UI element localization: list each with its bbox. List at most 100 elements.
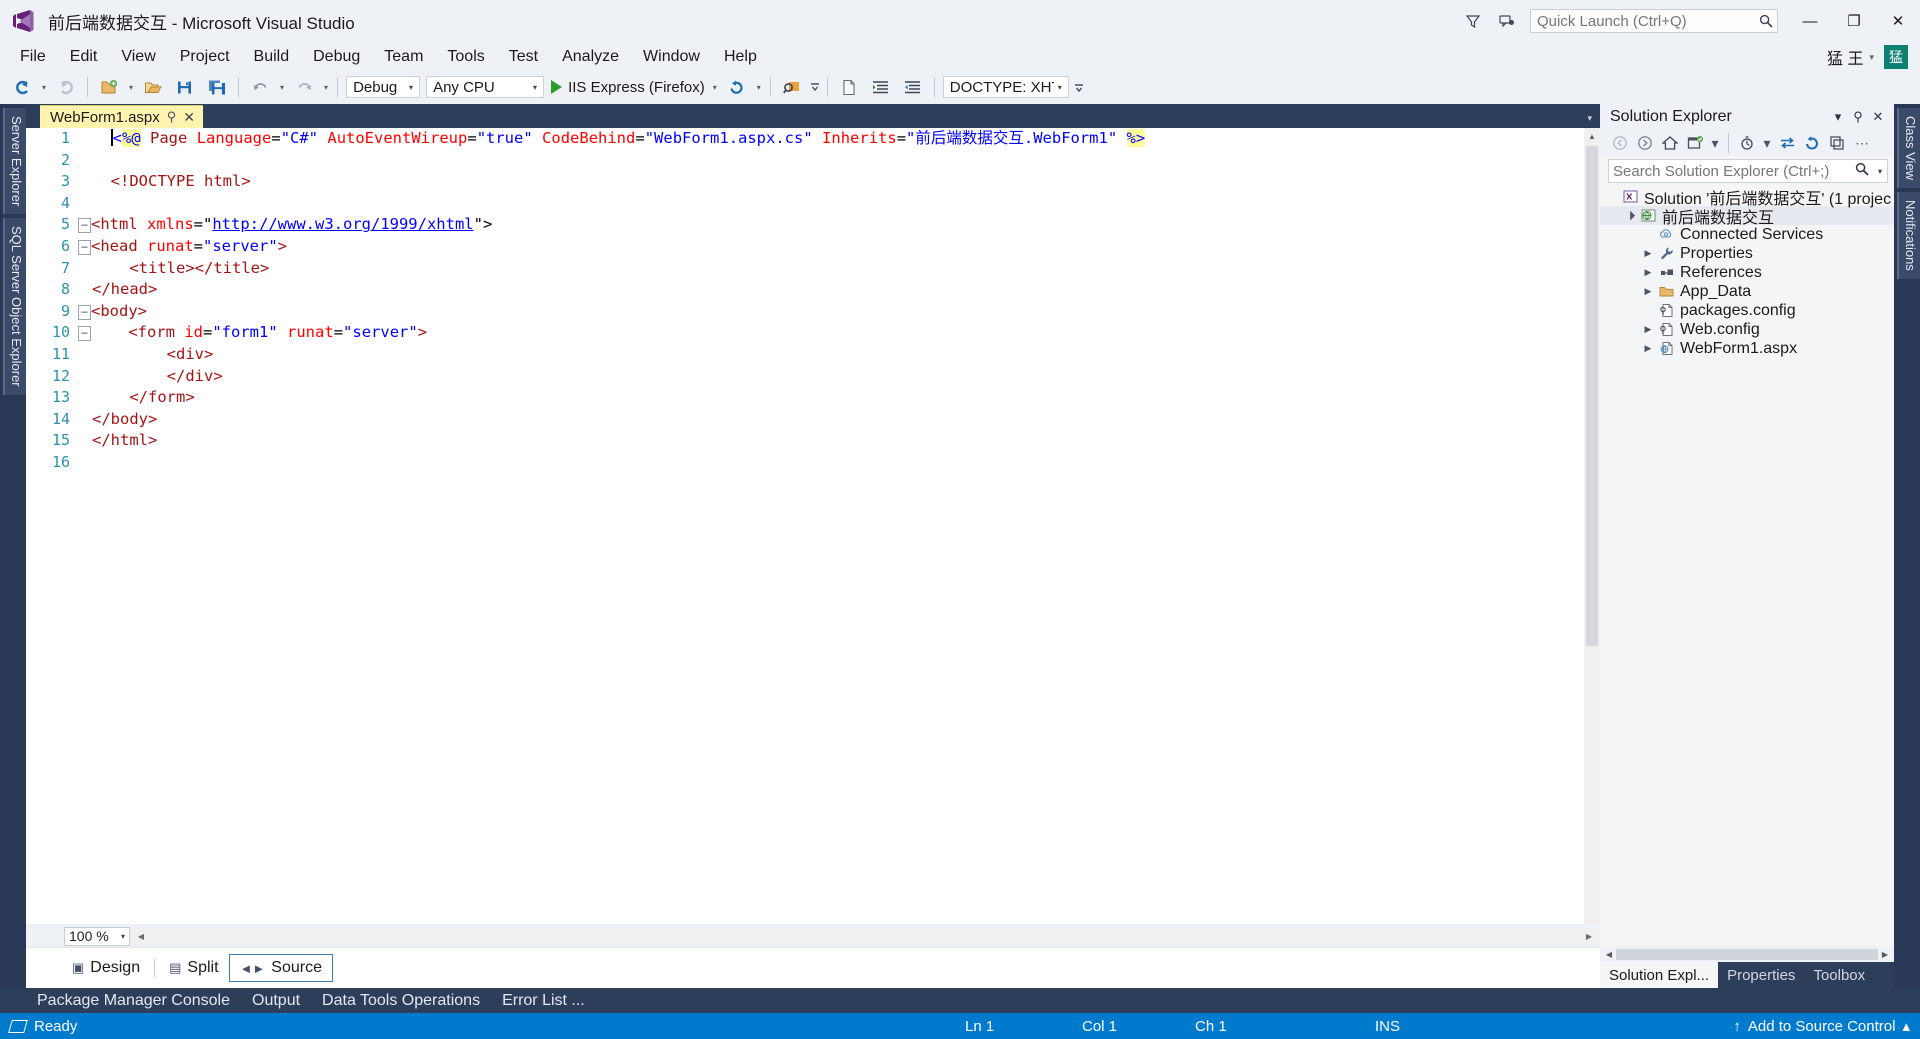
pin-icon[interactable]: ⚲ xyxy=(1848,109,1868,125)
quick-launch-input[interactable] xyxy=(1531,12,1755,30)
code-line[interactable]: 8 </head> xyxy=(26,279,1600,301)
scrollbar-thumb[interactable] xyxy=(1586,146,1598,646)
minimize-button[interactable]: — xyxy=(1788,0,1832,42)
menu-build[interactable]: Build xyxy=(242,45,302,69)
tree-item[interactable]: ▶ WebForm1.aspx xyxy=(1600,339,1894,358)
pending-changes-caret-icon[interactable]: ▾ xyxy=(1708,132,1722,154)
code-line[interactable]: 4 xyxy=(26,193,1600,215)
code-line[interactable]: 11 <div> xyxy=(26,344,1600,366)
indent-increase-icon[interactable] xyxy=(865,74,897,100)
view-split-button[interactable]: ▤ Split xyxy=(159,955,228,981)
hscroll-track[interactable] xyxy=(148,928,1582,944)
account-name[interactable]: 猛 王 xyxy=(1827,45,1863,69)
save-all-icon[interactable] xyxy=(201,74,233,100)
tab-properties[interactable]: Properties xyxy=(1718,962,1804,988)
quick-launch-box[interactable] xyxy=(1530,9,1778,33)
code-line[interactable]: 10− <form id="form1" runat="server"> xyxy=(26,322,1600,344)
bottom-tab-error-list[interactable]: Error List ... xyxy=(491,992,596,1010)
code-line[interactable]: 7 <title></title> xyxy=(26,258,1600,280)
forward-icon[interactable] xyxy=(1633,132,1657,154)
code-line[interactable]: 2 xyxy=(26,150,1600,172)
avatar[interactable]: 猛 xyxy=(1884,45,1908,69)
tab-solution-explorer[interactable]: Solution Expl... xyxy=(1600,962,1719,988)
navigate-forward-icon[interactable] xyxy=(50,74,82,100)
refresh-icon[interactable] xyxy=(1800,132,1824,154)
redo-icon[interactable] xyxy=(288,74,320,100)
expand-arrow-icon[interactable]: ▶ xyxy=(1640,267,1656,278)
dock-tab-notifications[interactable]: Notifications xyxy=(1897,192,1920,279)
code-line[interactable]: 9− <body> xyxy=(26,301,1600,323)
start-debugging-button[interactable]: IIS Express (Firefox) xyxy=(547,75,709,99)
bottom-tab-output[interactable]: Output xyxy=(241,992,311,1010)
fold-toggle-icon[interactable]: − xyxy=(78,326,91,342)
open-file-icon[interactable] xyxy=(137,74,169,100)
chevron-down-icon[interactable]: ▾ xyxy=(1587,113,1592,124)
refresh-icon[interactable] xyxy=(721,74,753,100)
solution-explorer-search-input[interactable] xyxy=(1609,161,1851,181)
se-overflow-icon[interactable]: ⋯ xyxy=(1850,132,1874,154)
search-options-caret-icon[interactable]: ▾ xyxy=(1873,167,1887,176)
filter-icon[interactable] xyxy=(1456,6,1490,36)
collapse-arrow-icon[interactable]: ◢ xyxy=(1620,206,1639,225)
menu-debug[interactable]: Debug xyxy=(301,45,372,69)
expand-arrow-icon[interactable]: ▶ xyxy=(1640,248,1656,259)
expand-arrow-icon[interactable]: ▶ xyxy=(1640,286,1656,297)
menu-edit[interactable]: Edit xyxy=(58,45,110,69)
redo-caret-icon[interactable]: ▾ xyxy=(320,83,332,92)
menu-team[interactable]: Team xyxy=(372,45,435,69)
chevron-down-icon[interactable]: ▾ xyxy=(1054,83,1068,92)
code-line[interactable]: 16 xyxy=(26,452,1600,474)
find-icon[interactable] xyxy=(776,74,808,100)
document-tab-webform1-aspx[interactable]: WebForm1.aspx ⚲ ✕ xyxy=(40,105,204,128)
view-source-button[interactable]: ◄► Source xyxy=(228,954,333,982)
start-debugging-caret-icon[interactable]: ▾ xyxy=(709,83,721,92)
dock-tab-sql-server-object-explorer[interactable]: SQL Server Object Explorer xyxy=(3,218,28,395)
hscroll-thumb[interactable] xyxy=(1616,948,1878,960)
view-design-button[interactable]: ▣ Design xyxy=(62,955,150,981)
zoom-level-combo[interactable]: 100 % ▾ xyxy=(64,926,130,946)
solution-explorer-hscrollbar[interactable]: ◀ ▶ xyxy=(1600,946,1894,962)
close-button[interactable]: ✕ xyxy=(1876,0,1920,42)
tree-item[interactable]: Connected Services xyxy=(1600,225,1894,244)
fold-toggle-icon[interactable]: − xyxy=(78,304,91,320)
properties-icon[interactable] xyxy=(1735,132,1759,154)
menu-project[interactable]: Project xyxy=(168,45,242,69)
scroll-right-icon[interactable]: ▶ xyxy=(1582,932,1596,941)
code-content[interactable]: 1 <%@ Page Language="C#" AutoEventWireup… xyxy=(26,128,1600,474)
menu-help[interactable]: Help xyxy=(712,45,769,69)
status-source-control[interactable]: ↑ Add to Source Control ▴ xyxy=(1733,1017,1910,1036)
tab-toolbox[interactable]: Toolbox xyxy=(1804,962,1874,988)
tree-item[interactable]: packages.config xyxy=(1600,301,1894,320)
home-icon[interactable] xyxy=(1658,132,1682,154)
scroll-up-icon[interactable]: ▲ xyxy=(1584,128,1600,144)
menu-test[interactable]: Test xyxy=(497,45,550,69)
scroll-left-icon[interactable]: ◀ xyxy=(1602,950,1616,959)
back-icon[interactable] xyxy=(1608,132,1632,154)
save-icon[interactable] xyxy=(169,74,201,100)
editor-horizontal-scrollbar[interactable]: ◀ ▶ xyxy=(134,928,1596,944)
bottom-tab-data-tools-operations[interactable]: Data Tools Operations xyxy=(311,992,491,1010)
code-line[interactable]: 13 </form> xyxy=(26,387,1600,409)
chevron-down-icon[interactable]: ▾ xyxy=(1828,109,1848,125)
new-project-caret-icon[interactable]: ▾ xyxy=(125,83,137,92)
navigate-backward-icon[interactable] xyxy=(6,74,38,100)
menu-tools[interactable]: Tools xyxy=(435,45,496,69)
close-icon[interactable]: ✕ xyxy=(1868,109,1888,125)
new-file-icon[interactable] xyxy=(833,74,865,100)
new-project-icon[interactable] xyxy=(93,74,125,100)
properties-caret-icon[interactable]: ▾ xyxy=(1760,132,1774,154)
code-line[interactable]: 3 <!DOCTYPE html> xyxy=(26,171,1600,193)
solution-explorer-tree[interactable]: Solution '前后端数据交互' (1 projec ◢ 前后端数据交互 Conn… xyxy=(1600,185,1894,946)
dock-tab-class-view[interactable]: Class View xyxy=(1897,108,1920,189)
tree-item[interactable]: ◢ 前后端数据交互 xyxy=(1600,206,1894,227)
chevron-down-icon[interactable]: ▾ xyxy=(529,83,543,92)
fold-toggle-icon[interactable]: − xyxy=(78,239,91,255)
menu-analyze[interactable]: Analyze xyxy=(550,45,631,69)
solution-platform-combo[interactable]: Any CPU ▾ xyxy=(426,76,545,98)
search-icon[interactable] xyxy=(1755,14,1777,28)
dock-tab-server-explorer[interactable]: Server Explorer xyxy=(3,108,28,215)
bottom-tab-package-manager-console[interactable]: Package Manager Console xyxy=(26,992,241,1010)
chevron-down-icon[interactable]: ▾ xyxy=(121,932,129,941)
expand-arrow-icon[interactable]: ▶ xyxy=(1640,324,1656,335)
scroll-right-icon[interactable]: ▶ xyxy=(1878,950,1892,959)
